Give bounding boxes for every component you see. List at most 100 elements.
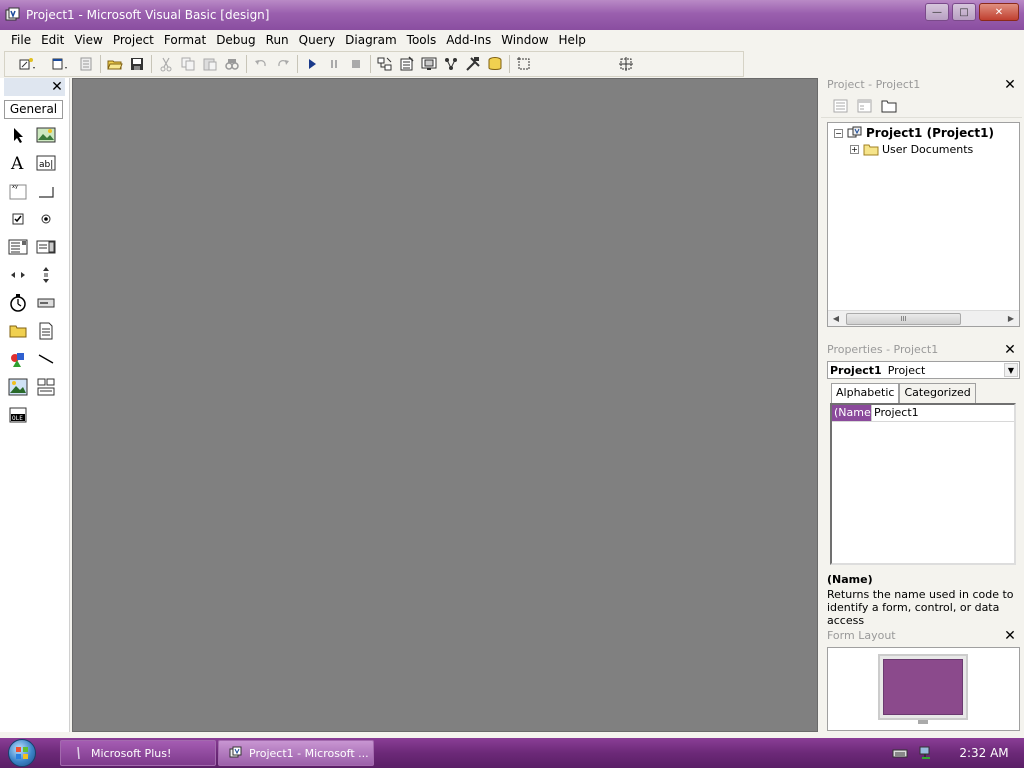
project-horizontal-scrollbar[interactable]: ◀ III ▶ xyxy=(828,310,1019,326)
copy-button[interactable] xyxy=(177,53,199,75)
dirlistbox-tool[interactable] xyxy=(4,317,32,345)
toolbox-close-icon[interactable]: ✕ xyxy=(49,79,65,95)
mdi-workspace[interactable] xyxy=(72,78,818,732)
paste-button[interactable] xyxy=(199,53,221,75)
redo-button[interactable] xyxy=(272,53,294,75)
property-row-name[interactable]: (Name) Project1 xyxy=(832,405,1014,422)
view-object-button[interactable] xyxy=(855,97,875,115)
maximize-button[interactable]: □ xyxy=(952,3,976,21)
data-tool[interactable] xyxy=(32,373,60,401)
form-layout-close-icon[interactable]: ✕ xyxy=(1002,629,1018,645)
break-button[interactable] xyxy=(323,53,345,75)
ole-icon: OLE xyxy=(9,407,27,423)
scroll-thumb[interactable]: III xyxy=(846,312,961,325)
taskbar-item-project1[interactable]: Project1 - Microsoft ... xyxy=(218,740,374,766)
minimize-button[interactable]: — xyxy=(925,3,949,21)
scroll-left-icon[interactable]: ◀ xyxy=(828,311,844,327)
start-menu-button[interactable] xyxy=(0,738,44,768)
property-value[interactable]: Project1 xyxy=(872,405,919,421)
tree-row-project[interactable]: − Project1 (Project1) xyxy=(828,125,1019,141)
data-view-button[interactable] xyxy=(484,53,506,75)
listbox-tool[interactable] xyxy=(32,233,60,261)
picturebox-tool[interactable] xyxy=(32,121,60,149)
scroll-right-icon[interactable]: ▶ xyxy=(1003,311,1019,327)
taskbar-item-microsoft-plus[interactable]: Microsoft Plus! xyxy=(60,740,216,766)
menu-run[interactable]: Run xyxy=(261,33,294,47)
checkbox-tool[interactable] xyxy=(4,205,32,233)
textbox-tool[interactable]: ab| xyxy=(32,149,60,177)
menu-debug[interactable]: Debug xyxy=(211,33,260,47)
chevron-down-icon[interactable]: ▼ xyxy=(1004,363,1018,377)
timer-tool[interactable] xyxy=(4,289,32,317)
toolbox-icon xyxy=(466,57,480,71)
form-layout-button[interactable] xyxy=(418,53,440,75)
menu-bar: File Edit View Project Format Debug Run … xyxy=(0,30,1024,50)
properties-close-icon[interactable]: ✕ xyxy=(1002,343,1018,359)
keyboard-icon[interactable] xyxy=(892,746,908,760)
vscrollbar-tool[interactable] xyxy=(32,261,60,289)
system-tray: 2:32 AM xyxy=(892,738,1024,768)
redo-icon xyxy=(278,59,289,67)
view-code-button[interactable] xyxy=(831,97,851,115)
tree-collapse-icon[interactable]: − xyxy=(834,128,843,138)
menu-query[interactable]: Query xyxy=(294,33,340,47)
menu-window[interactable]: Window xyxy=(496,33,553,47)
hscrollbar-tool[interactable] xyxy=(4,261,32,289)
filelistbox-tool[interactable] xyxy=(32,317,60,345)
menu-diagram[interactable]: Diagram xyxy=(340,33,402,47)
image-tool[interactable] xyxy=(4,373,32,401)
pointer-tool[interactable] xyxy=(4,121,32,149)
frame-tool[interactable]: xy xyxy=(4,177,32,205)
end-button[interactable] xyxy=(345,53,367,75)
properties-window-button[interactable] xyxy=(396,53,418,75)
save-project-button[interactable] xyxy=(126,53,148,75)
add-form-button[interactable] xyxy=(43,53,75,75)
position-size-button[interactable] xyxy=(615,53,637,75)
project-explorer-pane: Project - Project1 ✕ − Project1 (Project… xyxy=(819,76,1024,327)
menu-help[interactable]: Help xyxy=(554,33,591,47)
component-manager-button[interactable] xyxy=(513,53,535,75)
monitor-screen[interactable] xyxy=(883,659,963,715)
menu-view[interactable]: View xyxy=(69,33,107,47)
object-selector[interactable]: Project1 Project ▼ xyxy=(827,361,1020,379)
combobox-tool[interactable] xyxy=(4,233,32,261)
menu-edit[interactable]: Edit xyxy=(36,33,69,47)
cut-button[interactable] xyxy=(155,53,177,75)
menu-project[interactable]: Project xyxy=(108,33,159,47)
tab-categorized[interactable]: Categorized xyxy=(899,383,976,403)
start-button[interactable] xyxy=(301,53,323,75)
tab-alphabetic[interactable]: Alphabetic xyxy=(831,383,900,403)
toolbox-tab-general[interactable]: General xyxy=(4,100,63,119)
menu-format[interactable]: Format xyxy=(159,33,211,47)
menu-tools[interactable]: Tools xyxy=(402,33,442,47)
object-browser-button[interactable] xyxy=(440,53,462,75)
clock[interactable]: 2:32 AM xyxy=(944,746,1024,760)
drivelistbox-tool[interactable] xyxy=(32,289,60,317)
menu-file[interactable]: File xyxy=(6,33,36,47)
open-project-button[interactable] xyxy=(104,53,126,75)
project-explorer-button[interactable] xyxy=(374,53,396,75)
vb6-app-icon xyxy=(5,7,20,21)
label-tool[interactable]: A xyxy=(4,149,32,177)
optionbutton-tool[interactable] xyxy=(32,205,60,233)
toolbox-button[interactable] xyxy=(462,53,484,75)
close-button[interactable]: ✕ xyxy=(979,3,1019,21)
menu-editor-button[interactable] xyxy=(75,53,97,75)
tree-row-user-documents[interactable]: + User Documents xyxy=(828,141,1019,157)
commandbutton-tool[interactable] xyxy=(32,177,60,205)
project-explorer-close-icon[interactable]: ✕ xyxy=(1002,78,1018,94)
tree-expand-icon[interactable]: + xyxy=(850,144,859,154)
project-explorer-title: Project - Project1 ✕ xyxy=(819,76,1024,94)
view-code-icon xyxy=(833,99,848,112)
undo-button[interactable] xyxy=(250,53,272,75)
menu-add-ins[interactable]: Add-Ins xyxy=(441,33,496,47)
drivelistbox-icon xyxy=(37,298,55,308)
toolbox-pane: ✕ General A ab| xy OLE xyxy=(0,78,70,732)
find-button[interactable] xyxy=(221,53,243,75)
ole-tool[interactable]: OLE xyxy=(4,401,32,429)
toggle-folders-button[interactable] xyxy=(879,97,899,115)
line-tool[interactable] xyxy=(32,345,60,373)
add-project-button[interactable] xyxy=(11,53,43,75)
shape-tool[interactable] xyxy=(4,345,32,373)
network-icon[interactable] xyxy=(918,746,934,760)
